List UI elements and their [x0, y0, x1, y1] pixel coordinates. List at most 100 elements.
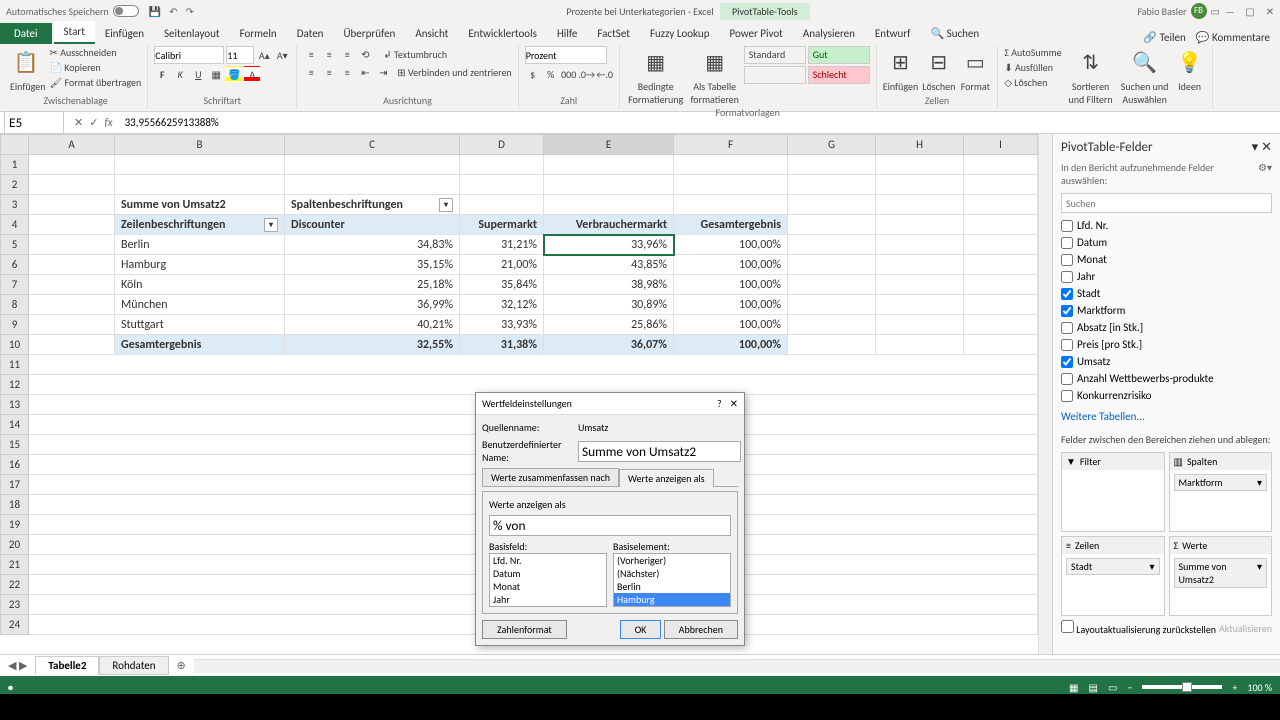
col-header[interactable]: H: [876, 135, 964, 155]
align-right-icon[interactable]: ≡: [339, 64, 355, 80]
tab-insert[interactable]: Einfügen: [95, 23, 154, 44]
col-header[interactable]: C: [285, 135, 460, 155]
baseelement-listbox[interactable]: (Vorheriger)(Nächster)BerlinHamburgKölnM…: [613, 553, 731, 607]
field-checkbox[interactable]: [1061, 305, 1073, 317]
field-item[interactable]: Stadt: [1061, 285, 1272, 302]
selected-cell[interactable]: 33,96%: [544, 235, 674, 255]
find-select-icon[interactable]: 🔍: [1129, 46, 1161, 78]
col-header[interactable]: B: [115, 135, 285, 155]
orient-icon[interactable]: ⟲: [357, 46, 373, 62]
align-center-icon[interactable]: ≡: [321, 64, 337, 80]
list-item[interactable]: Berlin: [614, 580, 730, 593]
row-header[interactable]: 6: [1, 255, 29, 275]
style-good[interactable]: Gut: [808, 46, 870, 64]
pivot-col-label[interactable]: Spaltenbeschriftungen▾: [285, 195, 460, 215]
list-item[interactable]: Köln: [614, 606, 730, 607]
name-box[interactable]: [4, 111, 64, 134]
basefield-listbox[interactable]: Lfd. Nr.DatumMonatJahrStadtMarktform: [489, 553, 607, 607]
close-button[interactable]: ✕: [1260, 5, 1280, 18]
horizontal-scrollbar[interactable]: [194, 659, 1280, 673]
fill-button[interactable]: ⬇ Ausfüllen: [1004, 61, 1061, 74]
avatar[interactable]: FB: [1191, 3, 1207, 19]
formula-input[interactable]: 33,9556625913388%: [119, 114, 1280, 131]
rows-area[interactable]: ≡Zeilen Stadt▾: [1061, 536, 1165, 616]
currency-icon[interactable]: $: [525, 66, 541, 82]
cancel-formula-icon[interactable]: ✕: [74, 116, 83, 129]
fill-color-icon[interactable]: 🪣: [226, 66, 242, 82]
normal-view-icon[interactable]: ▦: [1069, 681, 1078, 694]
field-item[interactable]: Preis [pro Stk.]: [1061, 336, 1272, 353]
comments-button[interactable]: 💬 Kommentare: [1196, 31, 1270, 44]
list-item[interactable]: Jahr: [490, 593, 606, 606]
zoom-in-icon[interactable]: +: [1232, 681, 1237, 694]
number-format-button[interactable]: Zahlenformat: [482, 620, 567, 639]
field-pane-close-icon[interactable]: ✕: [1261, 140, 1272, 155]
row-header[interactable]: 5: [1, 235, 29, 255]
sort-filter-icon[interactable]: ⇅: [1075, 46, 1107, 78]
field-item[interactable]: Datum: [1061, 234, 1272, 251]
custom-name-input[interactable]: [578, 441, 741, 462]
grow-font-icon[interactable]: A▴: [256, 47, 272, 63]
share-button[interactable]: 🔗 Teilen: [1143, 31, 1185, 44]
list-item[interactable]: (Nächster): [614, 567, 730, 580]
delete-cells-icon[interactable]: ⊟: [923, 46, 955, 78]
zoom-value[interactable]: 100 %: [1247, 681, 1272, 694]
row-header[interactable]: 1: [1, 155, 29, 175]
tab-fuzzy[interactable]: Fuzzy Lookup: [640, 23, 720, 44]
style-bad[interactable]: Schlecht: [808, 66, 870, 84]
align-bot-icon[interactable]: ≡: [339, 46, 355, 62]
dec-decimal-icon[interactable]: ←.0: [597, 66, 613, 82]
col-header[interactable]: D: [460, 135, 544, 155]
field-checkbox[interactable]: [1061, 356, 1073, 368]
copy-button[interactable]: 📄 Kopieren: [50, 61, 142, 74]
tab-formulas[interactable]: Formeln: [230, 23, 287, 44]
field-item[interactable]: Jahr: [1061, 268, 1272, 285]
field-item[interactable]: Anzahl Wettbewerbs-produkte: [1061, 370, 1272, 387]
dialog-tab-show-as[interactable]: Werte anzeigen als: [619, 469, 714, 487]
dialog-tab-summarize[interactable]: Werte zusammenfassen nach: [482, 468, 619, 486]
field-search-input[interactable]: [1061, 193, 1272, 213]
field-item[interactable]: Marktform: [1061, 302, 1272, 319]
tab-analyze[interactable]: Analysieren: [793, 23, 865, 44]
field-checkbox[interactable]: [1061, 237, 1073, 249]
col-header[interactable]: F: [674, 135, 788, 155]
field-checkbox[interactable]: [1061, 339, 1073, 351]
row-header[interactable]: 8: [1, 295, 29, 315]
maximize-button[interactable]: ▢: [1240, 5, 1260, 18]
inc-decimal-icon[interactable]: .0→: [579, 66, 595, 82]
dialog-help-icon[interactable]: ?: [717, 397, 722, 410]
col-header[interactable]: I: [964, 135, 1038, 155]
tab-developer[interactable]: Entwicklertools: [458, 23, 547, 44]
sheet-tab[interactable]: Tabelle2: [35, 656, 99, 675]
cut-button[interactable]: ✂ Ausschneiden: [50, 46, 142, 59]
format-cells-icon[interactable]: ▭: [959, 46, 991, 78]
field-checkbox[interactable]: [1061, 220, 1073, 232]
zoom-out-icon[interactable]: −: [1127, 681, 1132, 694]
font-size-input[interactable]: [226, 46, 254, 64]
search-tab[interactable]: 🔍 Suchen: [920, 23, 989, 44]
chevron-down-icon[interactable]: ▾: [264, 218, 278, 232]
font-color-icon[interactable]: A: [244, 66, 260, 82]
list-item[interactable]: Hamburg: [614, 593, 730, 606]
zoom-slider[interactable]: [1142, 685, 1222, 689]
ok-button[interactable]: OK: [620, 620, 662, 639]
list-item[interactable]: Monat: [490, 580, 606, 593]
field-item[interactable]: Konkurrenzrisiko: [1061, 387, 1272, 404]
field-item[interactable]: Absatz [in Stk.]: [1061, 319, 1272, 336]
vertical-scrollbar[interactable]: [1038, 134, 1052, 654]
align-top-icon[interactable]: ≡: [303, 46, 319, 62]
tab-review[interactable]: Überprüfen: [333, 23, 405, 44]
page-break-view-icon[interactable]: ▭: [1108, 681, 1117, 694]
tab-data[interactable]: Daten: [287, 23, 334, 44]
fx-icon[interactable]: fx: [104, 116, 112, 129]
filter-area[interactable]: ▼Filter: [1061, 452, 1165, 532]
insert-cells-icon[interactable]: ⊞: [884, 46, 916, 78]
col-header[interactable]: E: [544, 135, 674, 155]
field-checkbox[interactable]: [1061, 254, 1073, 266]
chevron-down-icon[interactable]: ▾: [439, 198, 453, 212]
tab-powerpivot[interactable]: Power Pivot: [719, 23, 792, 44]
merge-button[interactable]: ⊞ Verbinden und zentrieren: [397, 66, 511, 79]
page-layout-view-icon[interactable]: ▤: [1089, 681, 1098, 694]
row-header[interactable]: 10: [1, 335, 29, 355]
sheet-tab[interactable]: Rohdaten: [99, 656, 168, 675]
